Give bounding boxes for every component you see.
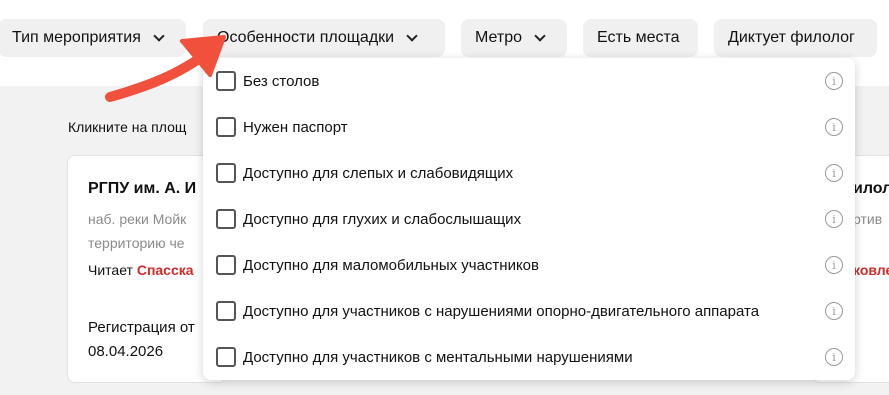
venue-reader: Читает Спасска bbox=[88, 262, 194, 278]
dropdown-option[interactable]: Без столов i bbox=[203, 58, 855, 104]
info-icon[interactable]: i bbox=[825, 118, 843, 136]
filter-label: Есть места bbox=[597, 29, 680, 46]
option-label: Доступно для участников с нарушениями оп… bbox=[243, 302, 760, 320]
checkbox[interactable] bbox=[216, 255, 236, 275]
filter-has-seats[interactable]: Есть места bbox=[583, 19, 698, 57]
venue-reader-right: ковле bbox=[853, 262, 889, 278]
chevron-down-icon bbox=[153, 30, 165, 42]
filter-label: Диктует филолог bbox=[728, 29, 855, 46]
dropdown-option[interactable]: Доступно для глухих и слабослышащих i bbox=[203, 196, 855, 242]
chevron-down-icon bbox=[534, 30, 546, 42]
filter-event-type[interactable]: Тип мероприятия bbox=[0, 19, 186, 57]
checkbox[interactable] bbox=[216, 301, 236, 321]
dropdown-option[interactable]: Доступно для слепых и слабовидящих i bbox=[203, 150, 855, 196]
venue-features-dropdown: Без столов i Нужен паспорт i Доступно дл… bbox=[203, 58, 855, 380]
option-label: Доступно для маломобильных участников bbox=[243, 256, 539, 274]
reader-name-right[interactable]: ковле bbox=[853, 262, 889, 278]
venue-title-right: илол bbox=[853, 180, 889, 197]
dropdown-option[interactable]: Нужен паспорт i bbox=[203, 104, 855, 150]
dropdown-option[interactable]: Доступно для участников с ментальными на… bbox=[203, 334, 855, 380]
registration-date: 08.04.2026 bbox=[88, 343, 164, 360]
checkbox[interactable] bbox=[216, 71, 236, 91]
info-icon[interactable]: i bbox=[825, 72, 843, 90]
checkbox[interactable] bbox=[216, 209, 236, 229]
info-icon[interactable]: i bbox=[825, 210, 843, 228]
filter-philologist-dictates[interactable]: Диктует филолог bbox=[714, 19, 877, 57]
chevron-down-icon bbox=[406, 30, 418, 42]
venue-address-line2: территорию че bbox=[88, 235, 185, 251]
option-label: Доступно для участников с ментальными на… bbox=[243, 348, 633, 366]
checkbox[interactable] bbox=[216, 117, 236, 137]
option-label: Доступно для глухих и слабослышащих bbox=[243, 210, 522, 228]
venue-address-right: ртив bbox=[853, 211, 883, 227]
dropdown-option[interactable]: Доступно для участников с нарушениями оп… bbox=[203, 288, 855, 334]
option-label: Доступно для слепых и слабовидящих bbox=[243, 164, 514, 182]
checkbox[interactable] bbox=[216, 347, 236, 367]
venue-title: РГПУ им. А. И bbox=[88, 180, 197, 197]
filter-label: Метро bbox=[475, 29, 522, 46]
map-hint-text: Кликните на площ bbox=[68, 119, 187, 135]
option-label: Без столов bbox=[243, 72, 320, 90]
info-icon[interactable]: i bbox=[825, 348, 843, 366]
info-icon[interactable]: i bbox=[825, 302, 843, 320]
checkbox[interactable] bbox=[216, 163, 236, 183]
filter-label: Тип мероприятия bbox=[12, 29, 141, 46]
reader-prefix: Читает bbox=[88, 262, 137, 278]
info-icon[interactable]: i bbox=[825, 164, 843, 182]
venue-address-line1: наб. реки Мойк bbox=[88, 211, 187, 227]
info-icon[interactable]: i bbox=[825, 256, 843, 274]
reader-name-link[interactable]: Спасска bbox=[137, 262, 194, 278]
registration-label: Регистрация от bbox=[88, 319, 195, 336]
filter-metro[interactable]: Метро bbox=[461, 19, 567, 57]
dropdown-option[interactable]: Доступно для маломобильных участников i bbox=[203, 242, 855, 288]
option-label: Нужен паспорт bbox=[243, 118, 348, 136]
filter-venue-features[interactable]: Особенности площадки bbox=[203, 19, 445, 57]
filter-label: Особенности площадки bbox=[217, 29, 395, 46]
